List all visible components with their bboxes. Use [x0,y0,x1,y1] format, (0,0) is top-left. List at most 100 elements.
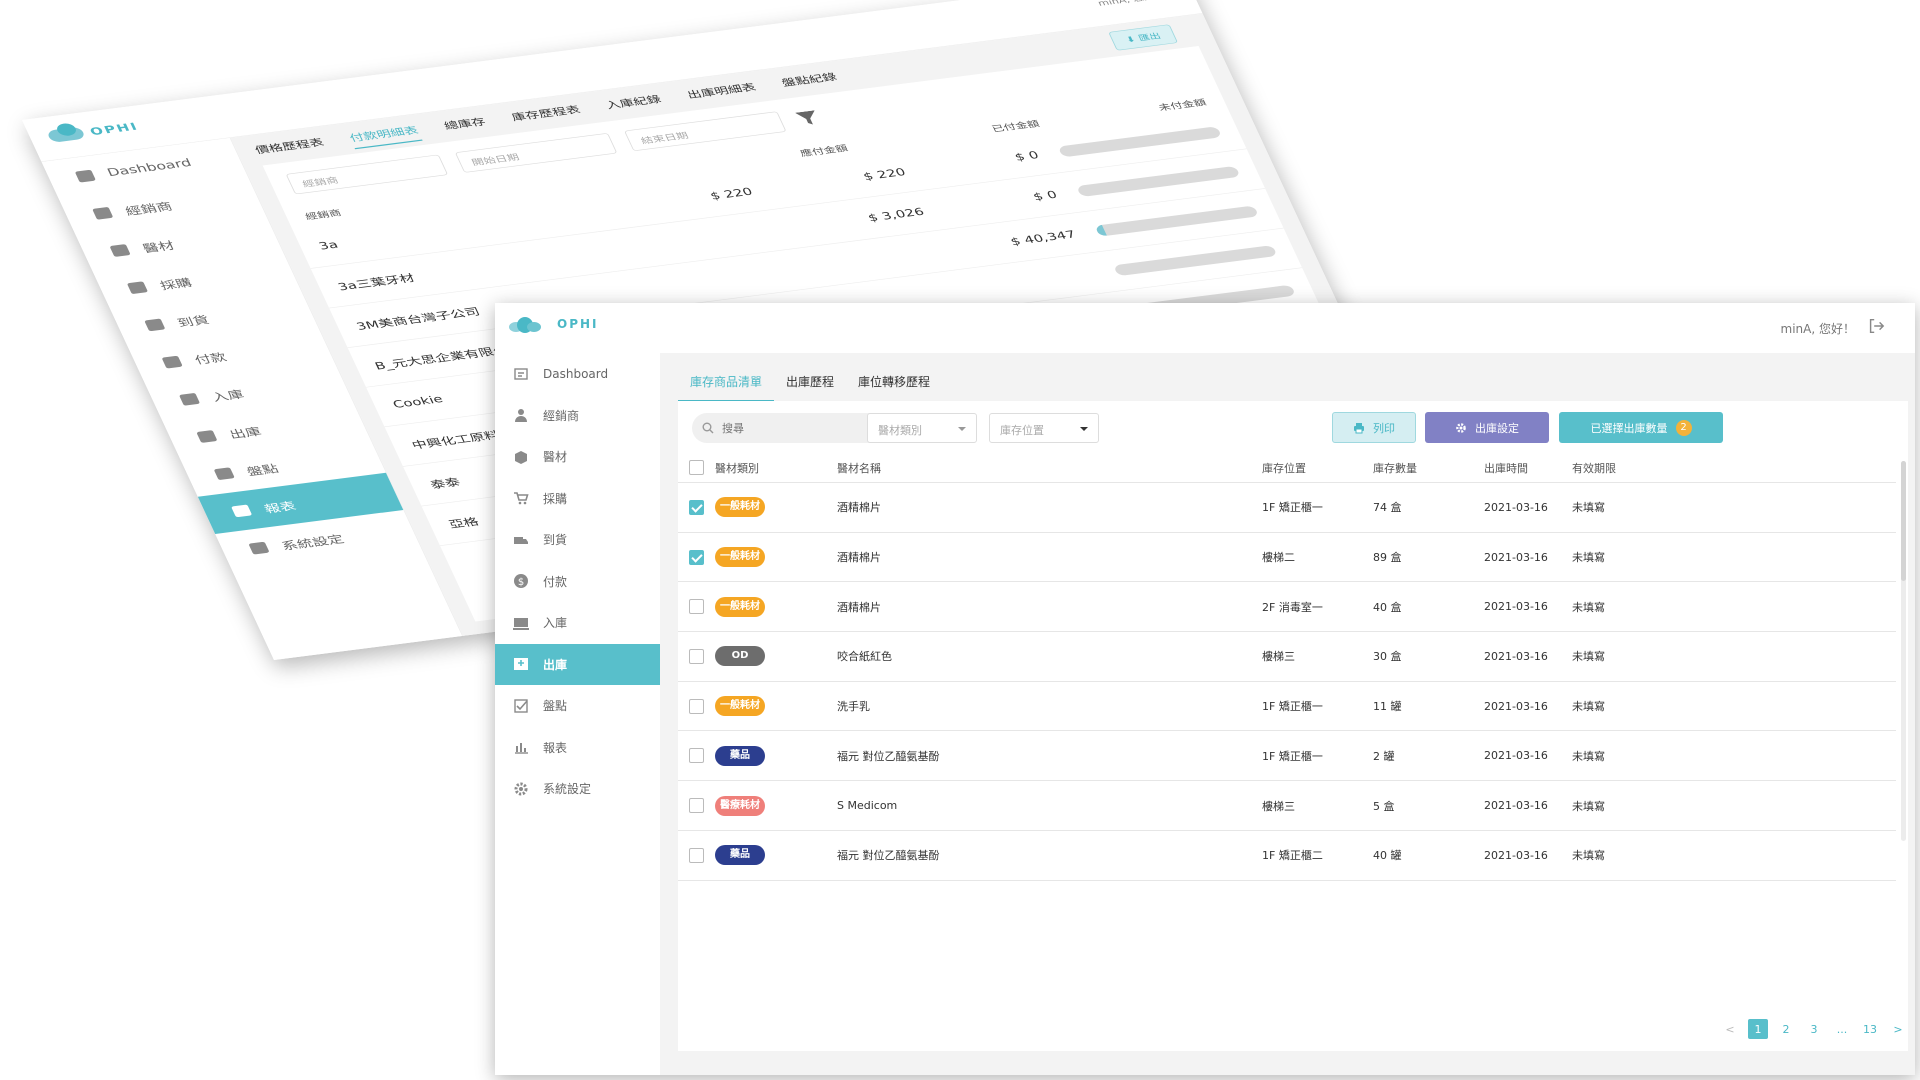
selected-quantity-button[interactable]: 已選擇出庫數量 2 [1559,412,1723,443]
sidebar-item-8[interactable]: 盤點 [495,685,660,727]
table-row[interactable]: 一般耗材 洗手乳 1F 矯正櫃一 11 罐 2021-03-16 未填寫 [678,682,1896,732]
scrollbar[interactable] [1901,461,1906,841]
back-tab-1[interactable]: 付款明細表 [347,123,423,150]
sidebar-item-1[interactable]: 經銷商 [495,395,660,437]
table-row[interactable]: 醫療耗材 S Medicom 樓梯三 5 盒 2021-03-16 未填寫 [678,781,1896,831]
col-outbound-time: 出庫時間 [1484,461,1528,475]
item-expiry: 未填寫 [1572,650,1605,664]
location-select[interactable]: 庫存位置 [989,413,1099,443]
sidebar-item-4[interactable]: 到貨 [495,519,660,561]
outbound-icon [514,658,528,671]
item-outbound-date: 2021-03-16 [1484,550,1548,564]
sidebar-item-2[interactable]: 醫材 [495,436,660,478]
sidebar-item-5[interactable]: $ 付款 [495,561,660,603]
col-name: 醫材名稱 [837,461,881,475]
select-all-checkbox[interactable] [689,460,704,475]
tab-1[interactable]: 出庫歷程 [774,367,846,402]
payment-progress-fill [1057,146,1063,158]
table-row[interactable]: 一般耗材 酒精棉片 2F 消毒室一 40 盒 2021-03-16 未填寫 [678,582,1896,633]
payment-progress-bar [1094,205,1259,237]
item-name: 酒精棉片 [837,600,881,614]
back-tab-0[interactable]: 價格歷程表 [253,135,329,161]
chevron-down-icon [1080,427,1088,431]
tab-0[interactable]: 庫存商品清單 [678,367,775,402]
payment-progress-fill [1075,185,1081,197]
table-row[interactable]: OD 咬合紙紅色 樓梯三 30 盒 2021-03-16 未填寫 [678,632,1896,682]
amount-paid: $ 220 [861,165,908,183]
row-checkbox[interactable] [689,648,704,664]
prev-page-button[interactable]: < [1720,1019,1740,1039]
amount-unpaid: $ 0 [1012,148,1041,164]
sidebar-item-10[interactable]: 系統設定 [495,768,660,810]
row-checkbox[interactable] [689,798,704,814]
row-checkbox-cell [678,847,715,863]
print-button[interactable]: 列印 [1332,412,1416,443]
filter-funnel-icon[interactable] [795,110,821,126]
category-cell: 醫療耗材 [715,795,837,816]
category-tag: OD [715,646,765,667]
print-label: 列印 [1373,421,1395,435]
item-expiry: 未填寫 [1572,849,1605,863]
sidebar-item-label: 出庫 [543,657,568,672]
tab-2[interactable]: 庫位轉移歷程 [846,367,942,402]
category-select[interactable]: 醫材類別 [867,413,977,443]
scrollbar-thumb[interactable] [1901,461,1906,581]
item-outbound-date: 2021-03-16 [1484,699,1548,713]
cloud-logo-icon [509,317,541,333]
next-page-button[interactable]: > [1888,1019,1908,1039]
table-row[interactable]: 一般耗材 酒精棉片 樓梯二 89 盒 2021-03-16 未填寫 [678,533,1896,583]
checklist-icon [514,699,528,713]
search-icon [702,422,714,434]
sidebar-item-7[interactable]: 出庫 [495,643,660,685]
page-13[interactable]: 13 [1860,1019,1880,1039]
back-sidebar-label: Dashboard [105,156,194,180]
page-3[interactable]: 3 [1804,1019,1824,1039]
row-checkbox[interactable] [689,599,704,615]
logout-icon[interactable] [1867,317,1885,335]
table-row[interactable]: 藥品 福元 對位乙醯氨基酚 1F 矯正櫃二 40 罐 2021-03-16 未填寫 [678,831,1896,881]
item-quantity: 2 罐 [1373,749,1395,763]
back-tab-4[interactable]: 入庫紀錄 [604,92,666,116]
back-tab-6[interactable]: 盤點紀錄 [779,70,841,94]
category-cell: 一般耗材 [715,696,837,717]
back-sidebar-label: 報表 [262,499,299,516]
sidebar-item-3[interactable]: 採購 [495,478,660,520]
sidebar-item-9[interactable]: 報表 [495,727,660,769]
category-cell: 一般耗材 [715,547,837,568]
sidebar-item-0[interactable]: Dashboard [495,353,660,395]
category-cell: 藥品 [715,845,837,866]
row-checkbox[interactable] [689,748,704,764]
item-name: 酒精棉片 [837,551,881,565]
export-button[interactable]: ⬇ 匯出 [1108,24,1179,51]
cart-icon [126,281,149,295]
row-checkbox-cell [678,798,715,814]
row-checkbox[interactable] [689,499,704,515]
page-2[interactable]: 2 [1776,1019,1796,1039]
back-greeting: minA, 您好！ [1096,0,1168,8]
outbound-settings-button[interactable]: 出庫設定 [1425,412,1549,443]
item-quantity: 40 罐 [1373,849,1402,863]
back-tab-2[interactable]: 總庫存 [442,115,491,138]
back-tab-5[interactable]: 出庫明細表 [685,80,761,106]
table-header: 醫材類別 醫材名稱 庫存位置 庫存數量 出庫時間 有效期限 [678,453,1896,483]
amount-paid: $ 3,026 [865,205,927,224]
table-row[interactable]: 藥品 福元 對位乙醯氨基酚 1F 矯正櫃一 2 罐 2021-03-16 未填寫 [678,732,1896,782]
user-icon [92,206,114,220]
row-checkbox[interactable] [689,549,704,565]
sidebar-item-6[interactable]: 入庫 [495,602,660,644]
table-row[interactable]: 一般耗材 酒精棉片 1F 矯正櫃一 74 盒 2021-03-16 未填寫 [678,483,1896,533]
back-logo: OPHI [46,120,140,143]
item-outbound-date: 2021-03-16 [1484,799,1548,813]
row-checkbox-cell [678,599,715,615]
back-sidebar-label: 採購 [157,276,195,293]
item-location: 樓梯二 [1262,551,1295,565]
row-checkbox[interactable] [689,698,704,714]
search-input[interactable] [722,421,882,435]
row-checkbox[interactable] [689,847,704,863]
truck-icon [144,318,166,332]
category-tag: 一般耗材 [715,547,765,568]
item-quantity: 11 罐 [1373,700,1402,714]
back-tab-3[interactable]: 庫存歷程表 [509,103,585,129]
page-1[interactable]: 1 [1748,1019,1768,1039]
app-logo[interactable]: OPHI [509,317,599,333]
